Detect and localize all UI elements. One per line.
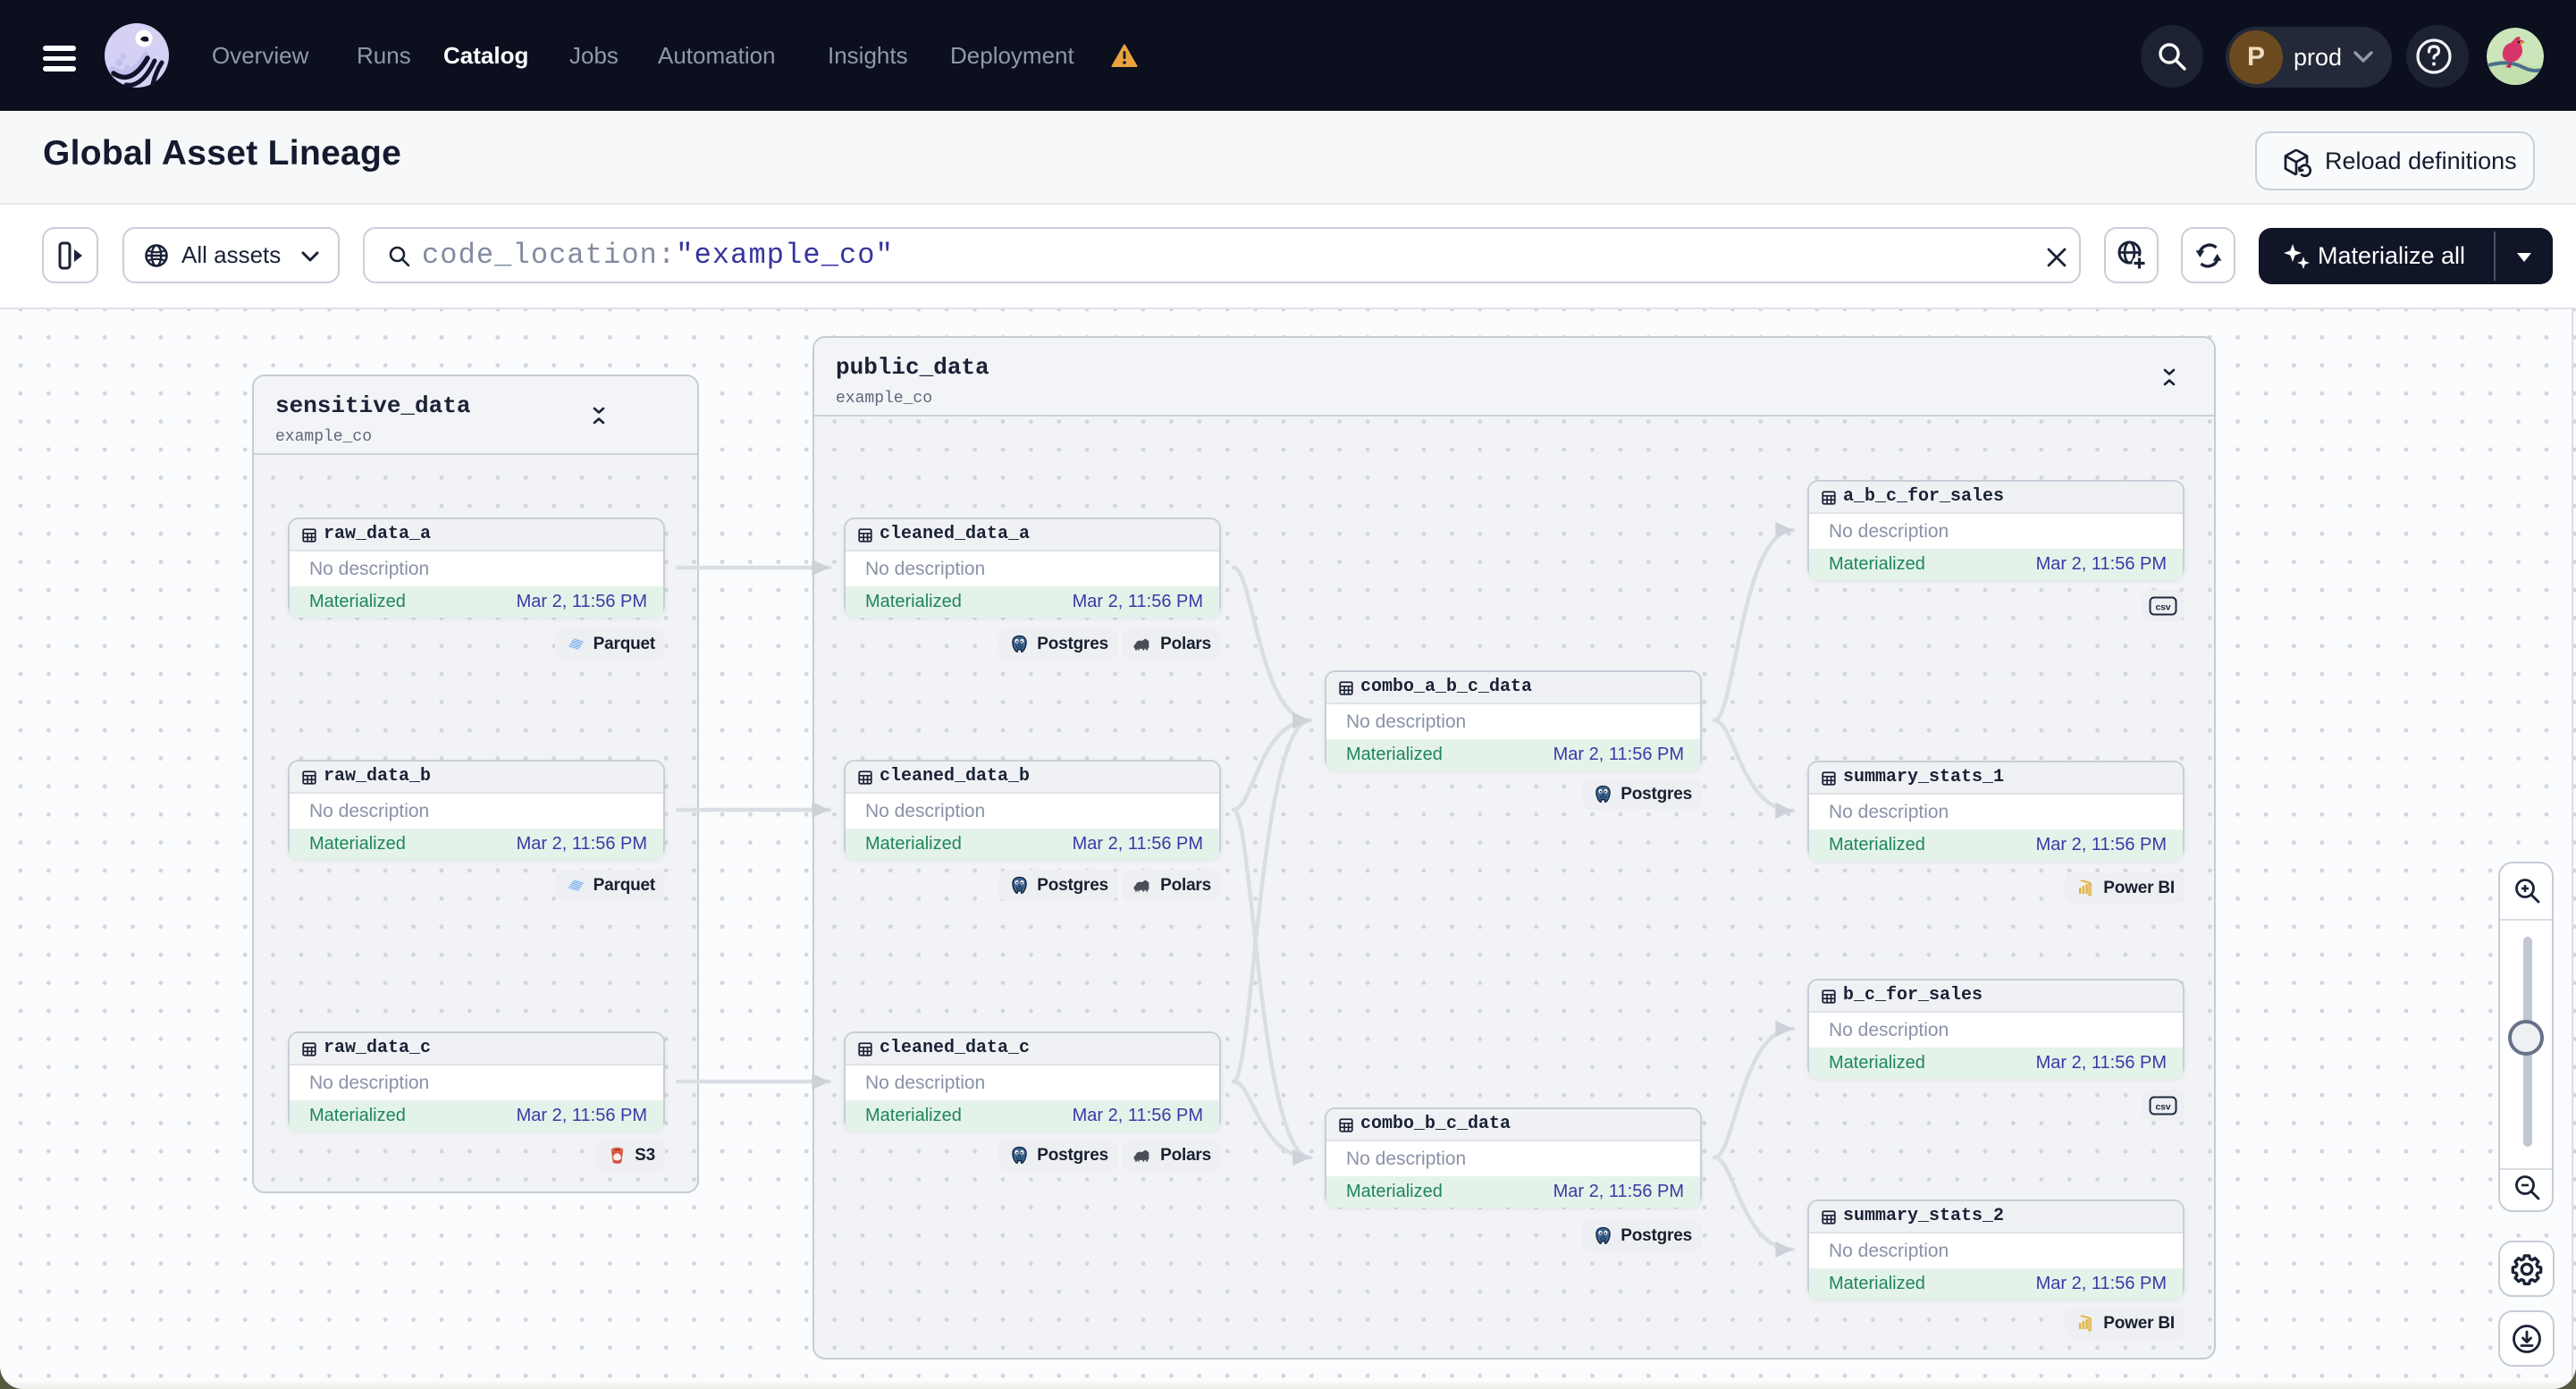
svg-text:csv: csv: [2156, 1101, 2171, 1112]
svg-text:csv: csv: [2156, 602, 2171, 612]
